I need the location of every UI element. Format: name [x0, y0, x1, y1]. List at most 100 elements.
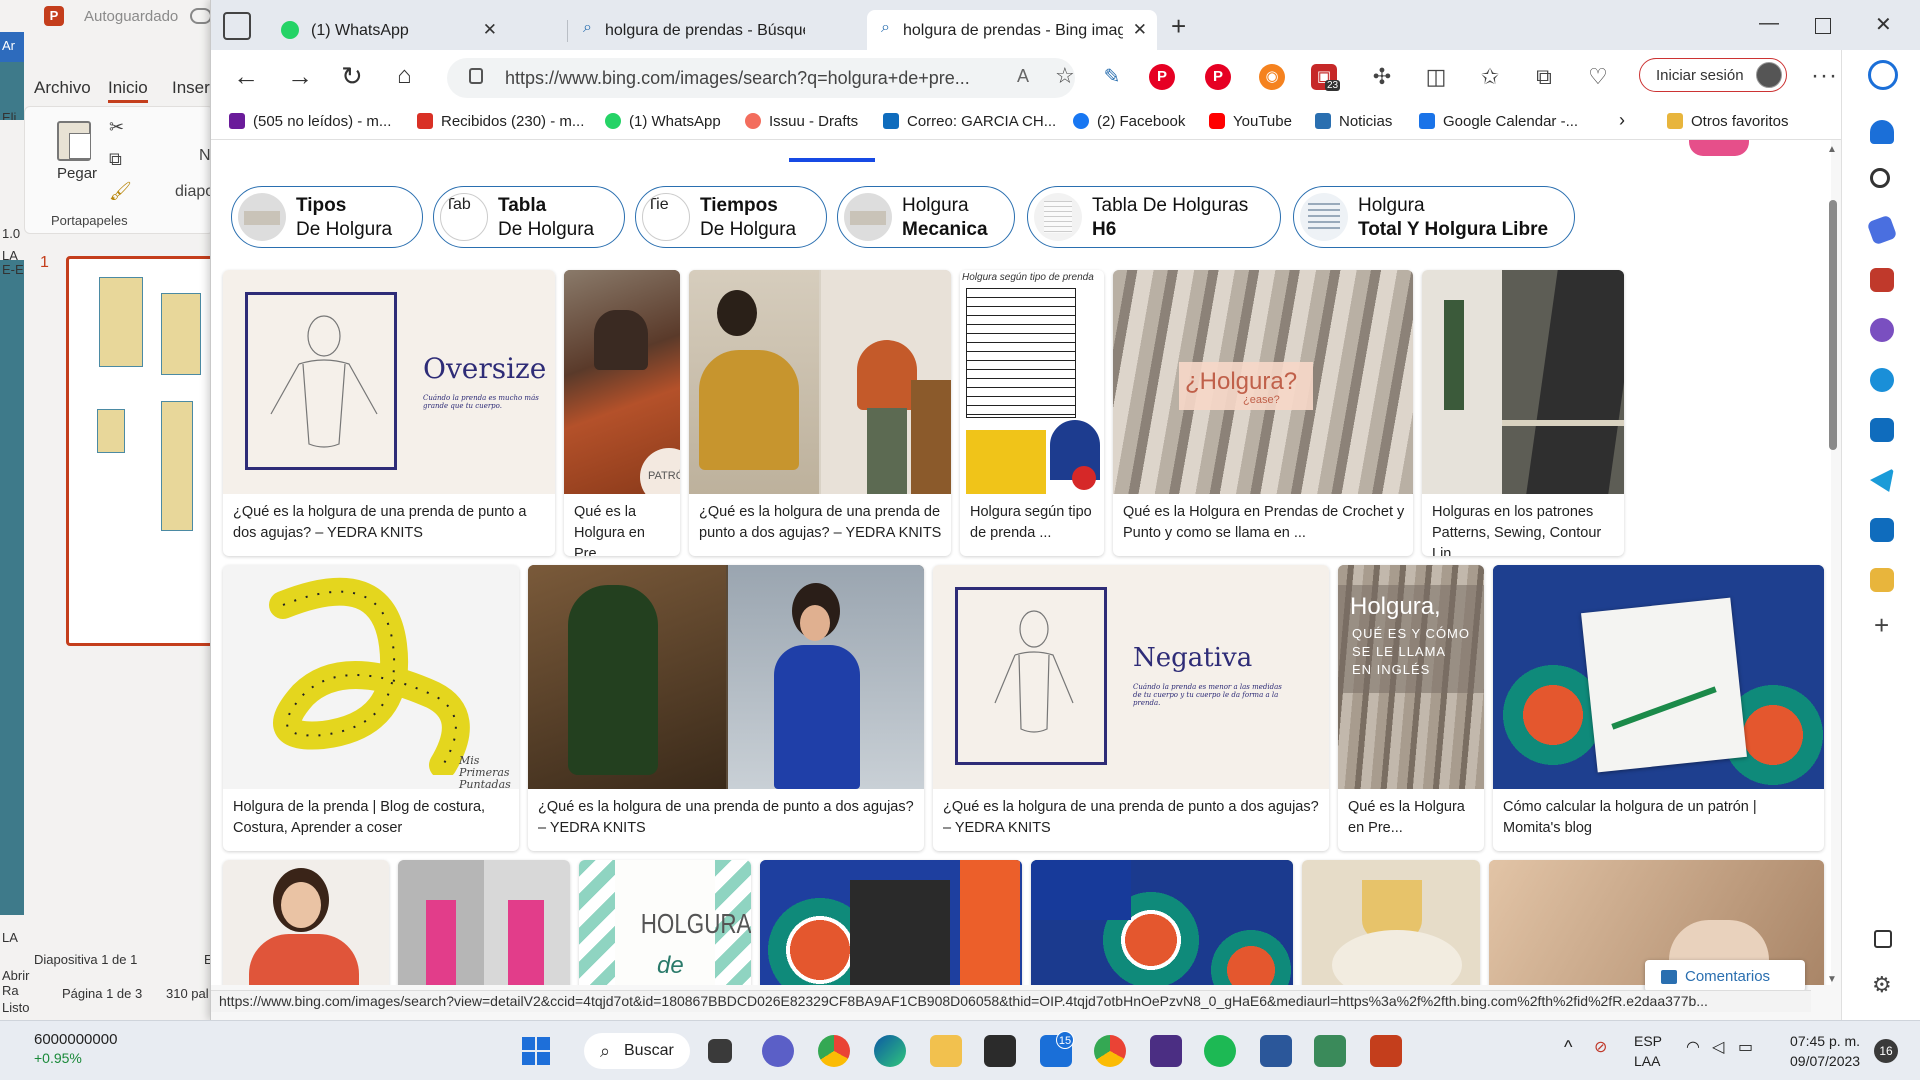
slides-label[interactable]: diapo: [175, 183, 214, 201]
maximize-icon[interactable]: [1815, 18, 1831, 34]
lock-icon[interactable]: [469, 68, 483, 84]
tab-bing-images[interactable]: ⌕ holgura de prendas - Bing image ✕: [867, 10, 1157, 50]
fav-item[interactable]: (1) WhatsApp: [605, 113, 721, 133]
related-chip[interactable]: Tie Tiempos De Holgura: [635, 186, 827, 248]
result-caption[interactable]: Qué es la Holgura en Prendas de Crochet …: [1123, 502, 1405, 544]
pen-extension-icon[interactable]: ✎: [1099, 64, 1125, 90]
fav-item[interactable]: Issuu - Drafts: [745, 113, 858, 133]
tab-actions-icon[interactable]: [223, 12, 251, 40]
maple-app-icon[interactable]: [1150, 1035, 1182, 1067]
paste-label[interactable]: Pegar: [57, 165, 97, 182]
more-menu-icon[interactable]: ···: [1811, 62, 1838, 90]
tab-whatsapp[interactable]: (1) WhatsApp ✕: [267, 10, 507, 50]
search-icon[interactable]: [1870, 168, 1890, 188]
extensions-icon[interactable]: ✣: [1369, 64, 1395, 90]
forward-icon[interactable]: →: [287, 62, 313, 90]
settings-icon[interactable]: ⚙: [1872, 972, 1892, 998]
tools-icon[interactable]: [1870, 268, 1894, 292]
sign-in-button[interactable]: Iniciar sesión: [1639, 58, 1787, 92]
related-chip[interactable]: Tipos De Holgura: [231, 186, 423, 248]
teams-chat-icon[interactable]: [762, 1035, 794, 1067]
chevron-up-icon[interactable]: ^: [1564, 1037, 1572, 1058]
new-tab-icon[interactable]: +: [1171, 13, 1186, 39]
outlook-icon[interactable]: [1870, 518, 1894, 542]
refresh-icon[interactable]: ↻: [341, 62, 363, 90]
image-result[interactable]: PATRÓN Qué es la Holgura en Pre...: [564, 270, 680, 556]
close-icon[interactable]: ✕: [1133, 20, 1147, 40]
image-result[interactable]: Mis Primeras Puntadas Holgura de la pren…: [223, 565, 519, 851]
comments-button[interactable]: Comentarios: [1645, 960, 1805, 992]
add-icon[interactable]: +: [1874, 610, 1889, 641]
favorites-icon[interactable]: ✩: [1477, 64, 1503, 90]
result-caption[interactable]: ¿Qué es la holgura de una prenda de punt…: [699, 502, 943, 544]
image-result[interactable]: ¿Holgura? ¿ease? Qué es la Holgura en Pr…: [1113, 270, 1413, 556]
performance-icon[interactable]: ♡: [1585, 64, 1611, 90]
menu-archivo[interactable]: Archivo: [34, 78, 91, 98]
related-chip[interactable]: Tab Tabla De Holgura: [433, 186, 625, 248]
result-caption[interactable]: ¿Qué es la holgura de una prenda de punt…: [233, 502, 547, 544]
image-result[interactable]: [398, 860, 570, 985]
result-caption[interactable]: Qué es la Holgura en Pre...: [1348, 797, 1476, 839]
wifi-icon[interactable]: ◠: [1686, 1037, 1700, 1057]
chrome-icon[interactable]: [818, 1035, 850, 1067]
new-slide-label[interactable]: N: [199, 147, 211, 165]
windows-start-icon[interactable]: [522, 1037, 550, 1065]
fav-item[interactable]: Correo: GARCIA CH...: [883, 113, 1056, 133]
related-chip[interactable]: Tabla De Holguras H6: [1027, 186, 1281, 248]
network-alert-icon[interactable]: ⊘: [1594, 1037, 1607, 1057]
fav-item[interactable]: Noticias: [1315, 113, 1392, 133]
tab-bing-search[interactable]: ⌕ holgura de prendas - Búsqueda: [569, 10, 807, 50]
pinterest-icon[interactable]: P: [1149, 64, 1175, 90]
task-view-icon[interactable]: [708, 1039, 732, 1063]
result-caption[interactable]: ¿Qué es la holgura de una prenda de punt…: [943, 797, 1321, 839]
battery-icon[interactable]: ▭: [1738, 1037, 1753, 1057]
image-result[interactable]: [760, 860, 1022, 985]
other-favorites[interactable]: Otros favoritos: [1667, 113, 1789, 133]
result-caption[interactable]: Holgura según tipo de prenda ...: [970, 502, 1096, 544]
minimize-icon[interactable]: —: [1759, 12, 1779, 35]
menu-insertar[interactable]: Inser: [172, 78, 210, 98]
notification-badge[interactable]: 16: [1874, 1039, 1898, 1063]
image-result[interactable]: ¿Qué es la holgura de una prenda de punt…: [528, 565, 924, 851]
edge-icon[interactable]: [874, 1035, 906, 1067]
cut-icon[interactable]: ✂: [109, 117, 124, 138]
audible-icon[interactable]: ◉: [1259, 64, 1285, 90]
close-window-icon[interactable]: ✕: [1875, 12, 1892, 37]
powerpoint-icon[interactable]: [1370, 1035, 1402, 1067]
file-explorer-icon[interactable]: [930, 1035, 962, 1067]
image-result[interactable]: [1031, 860, 1293, 985]
format-painter-icon[interactable]: 🖌: [109, 181, 132, 202]
chevron-right-icon[interactable]: ›: [1619, 110, 1625, 130]
scroll-down-icon[interactable]: ▼: [1827, 974, 1837, 985]
send-icon[interactable]: [1870, 468, 1894, 492]
store-icon[interactable]: [984, 1035, 1016, 1067]
back-icon[interactable]: ←: [233, 62, 259, 90]
stock-widget[interactable]: 6000000000 +0.95%: [34, 1031, 117, 1066]
games-icon[interactable]: [1870, 318, 1894, 342]
fav-item[interactable]: Google Calendar -...: [1419, 113, 1578, 133]
image-result[interactable]: Holgura según tipo de prenda Holgura seg…: [960, 270, 1104, 556]
spotify-icon[interactable]: [1204, 1035, 1236, 1067]
notes-icon[interactable]: [1870, 568, 1894, 592]
clock[interactable]: 07:45 p. m. 09/07/2023: [1790, 1031, 1860, 1071]
fav-item[interactable]: Recibidos (230) - m...: [417, 113, 584, 133]
bell-icon[interactable]: [1870, 120, 1894, 144]
menu-inicio[interactable]: Inicio: [108, 78, 148, 103]
rewards-pill[interactable]: [1689, 140, 1749, 156]
fav-item[interactable]: YouTube: [1209, 113, 1292, 133]
pinterest-icon[interactable]: P: [1205, 64, 1231, 90]
result-caption[interactable]: Holgura de la prenda | Blog de costura, …: [233, 797, 511, 839]
scroll-up-icon[interactable]: ▲: [1827, 144, 1837, 155]
taskbar-search[interactable]: ⌕ Buscar: [584, 1033, 690, 1069]
related-chip[interactable]: Holgura Mecanica: [837, 186, 1015, 248]
slide-thumbnail[interactable]: [66, 256, 216, 646]
split-screen-icon[interactable]: ◫: [1423, 64, 1449, 90]
image-result[interactable]: ¿Qué es la holgura de una prenda de punt…: [689, 270, 951, 556]
chrome-icon[interactable]: [1094, 1035, 1126, 1067]
shopping-tag-icon[interactable]: [1866, 214, 1898, 246]
word-icon[interactable]: [1260, 1035, 1292, 1067]
page-scrollbar[interactable]: ▲ ▼: [1825, 140, 1841, 990]
scrollbar-thumb[interactable]: [1829, 200, 1837, 450]
home-icon[interactable]: ⌂: [397, 62, 412, 90]
volume-icon[interactable]: ◁: [1712, 1037, 1724, 1057]
